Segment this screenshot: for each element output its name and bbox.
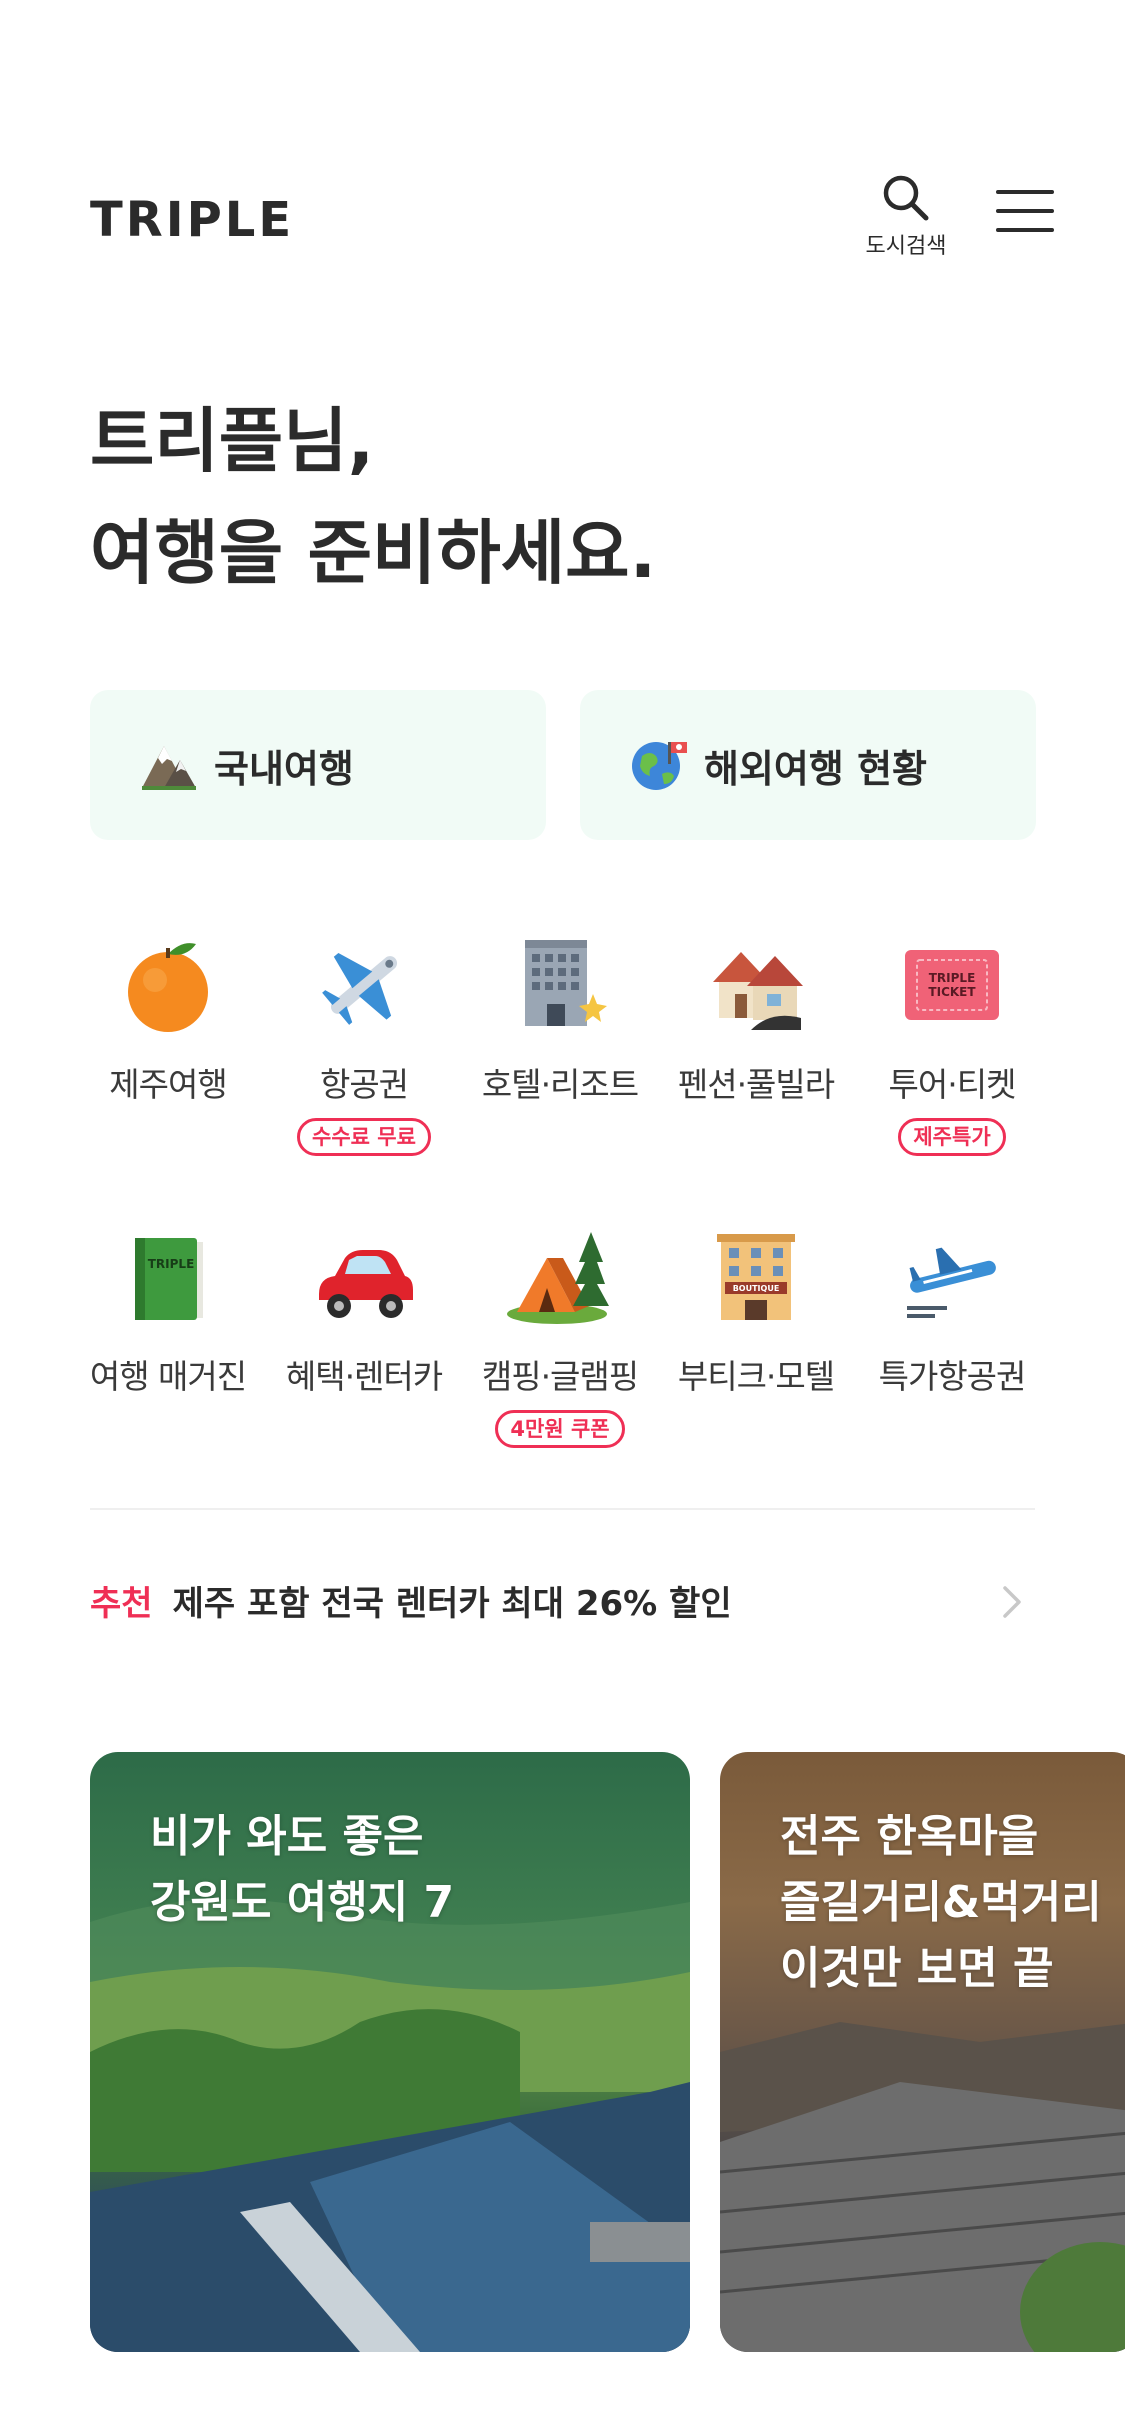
triple-logo[interactable]: TRIPLE (90, 192, 294, 248)
departure-plane-icon (897, 1222, 1007, 1332)
greeting-heading: 트리플님, 여행을 준비하세요. (90, 385, 656, 609)
ticket-icon-text: TRIPLE (929, 971, 976, 985)
section-divider (90, 1508, 1035, 1510)
card-title-line: 강원도 여행지 7 (150, 1877, 455, 1928)
category-special-flights[interactable]: 특가항공권 (854, 1222, 1050, 1398)
category-flights[interactable]: 항공권 수수료 무료 (266, 930, 462, 1156)
book-icon: TRIPLE (113, 1222, 223, 1332)
category-tour-ticket[interactable]: TRIPLE TICKET 투어·티켓 제주특가 (854, 930, 1050, 1156)
hotel-icon (505, 930, 615, 1040)
chevron-right-icon (1003, 1586, 1021, 1618)
menu-button[interactable] (996, 190, 1054, 240)
overseas-travel-status-label: 해외여행 현황 (704, 746, 927, 791)
category-label: 제주여행 (109, 1065, 227, 1104)
car-icon (309, 1222, 419, 1332)
promo-tag: 추천 (90, 1583, 153, 1624)
card-title-line: 비가 와도 좋은 (150, 1811, 424, 1862)
card-title-line: 즐길거리&먹거리 (780, 1877, 1102, 1928)
category-label: 캠핑·글램핑 (481, 1357, 639, 1396)
ticket-icon: TRIPLE TICKET (897, 930, 1007, 1040)
boutique-icon: BOUTIQUE (701, 1222, 811, 1332)
boutique-icon-text: BOUTIQUE (733, 1284, 780, 1293)
category-travel-magazine[interactable]: TRIPLE 여행 매거진 (70, 1222, 266, 1398)
category-benefits-rentcar[interactable]: 혜택·렌터카 (266, 1222, 462, 1398)
domestic-travel-label: 국내여행 (214, 746, 354, 791)
search-label: 도시검색 (865, 234, 947, 259)
tangerine-icon (113, 930, 223, 1040)
tent-icon (505, 1222, 615, 1332)
category-label: 펜션·풀빌라 (677, 1065, 835, 1104)
airplane-icon (309, 930, 419, 1040)
overseas-travel-status-button[interactable]: 해외여행 현황 (580, 690, 1036, 840)
category-label: 특가항공권 (878, 1357, 1027, 1396)
hamburger-icon (996, 190, 1054, 194)
search-icon (883, 175, 929, 221)
category-boutique-motel[interactable]: BOUTIQUE 부티크·모텔 (658, 1222, 854, 1398)
category-camping-glamping[interactable]: 캠핑·글램핑 4만원 쿠폰 (462, 1222, 658, 1448)
card-title: 비가 와도 좋은 강원도 여행지 7 (150, 1804, 454, 1936)
category-label: 부티크·모텔 (677, 1357, 835, 1396)
category-label: 투어·티켓 (888, 1065, 1017, 1104)
card-title-line: 전주 한옥마을 (780, 1811, 1039, 1862)
houses-icon (701, 930, 811, 1040)
category-label: 항공권 (319, 1065, 409, 1104)
category-pension-poolvilla[interactable]: 펜션·풀빌라 (658, 930, 854, 1106)
card-title-line: 이것만 보면 끝 (780, 1943, 1054, 1994)
category-jeju-travel[interactable]: 제주여행 (70, 930, 266, 1106)
promo-text: 제주 포함 전국 렌터카 최대 26% 할인 (172, 1583, 732, 1624)
ticket-icon-text-2: TICKET (928, 985, 976, 999)
category-label: 여행 매거진 (89, 1357, 247, 1396)
city-search-button[interactable]: 도시검색 (860, 172, 952, 272)
app-header: TRIPLE 도시검색 (0, 0, 1125, 300)
mountain-icon (138, 734, 200, 796)
category-label: 혜택·렌터카 (285, 1357, 443, 1396)
content-card-gangwon[interactable]: 비가 와도 좋은 강원도 여행지 7 (90, 1752, 690, 2352)
promo-banner[interactable]: 추천 제주 포함 전국 렌터카 최대 26% 할인 (90, 1570, 1035, 1630)
jeju-special-badge: 제주특가 (898, 1118, 1006, 1156)
card-title: 전주 한옥마을 즐길거리&먹거리 이것만 보면 끝 (780, 1804, 1102, 2002)
hamburger-line (996, 228, 1054, 232)
domestic-travel-button[interactable]: 국내여행 (90, 690, 546, 840)
greeting-line-1: 트리플님, (90, 400, 375, 482)
content-card-jeonju[interactable]: 전주 한옥마을 즐길거리&먹거리 이것만 보면 끝 (720, 1752, 1125, 2352)
fee-free-badge: 수수료 무료 (297, 1118, 431, 1156)
hamburger-line (996, 209, 1054, 213)
greeting-line-2: 여행을 준비하세요. (90, 512, 657, 594)
globe-icon (628, 734, 690, 796)
coupon-badge: 4만원 쿠폰 (495, 1410, 625, 1448)
category-label: 호텔·리조트 (481, 1065, 639, 1104)
category-hotel-resort[interactable]: 호텔·리조트 (462, 930, 658, 1106)
book-icon-text: TRIPLE (148, 1257, 195, 1271)
